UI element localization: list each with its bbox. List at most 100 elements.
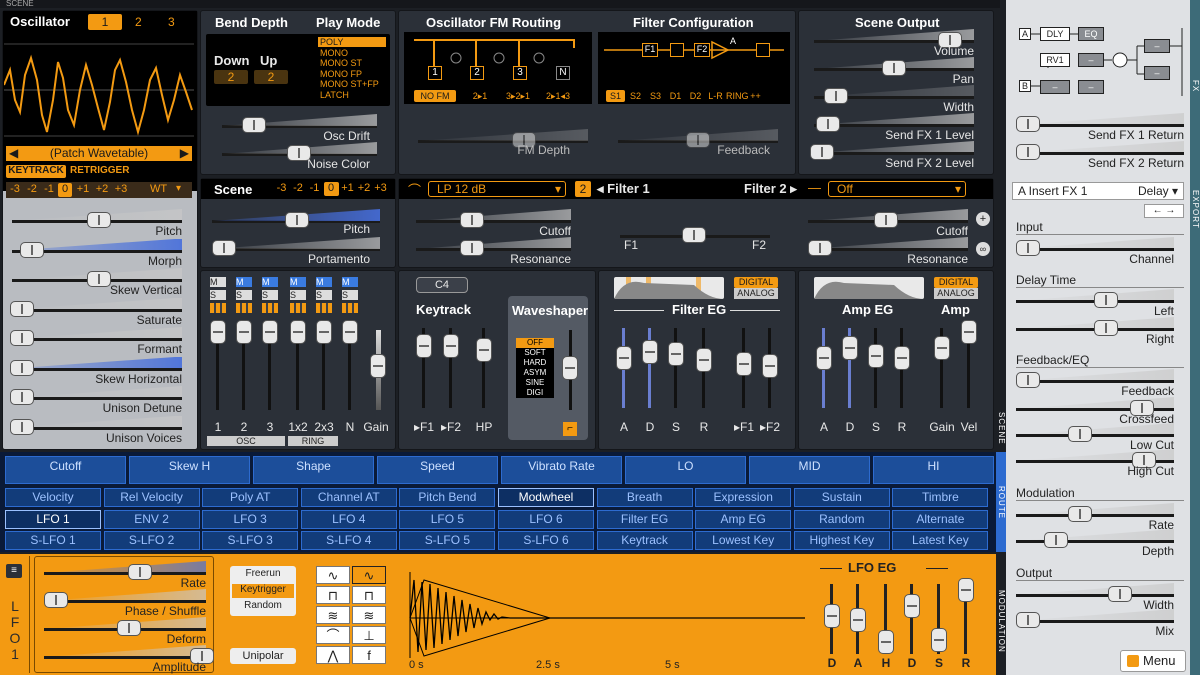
waveshaper-5[interactable]: DIGI — [516, 388, 554, 398]
route-2-2[interactable]: LFO 3 — [202, 509, 299, 529]
scene-octave-2[interactable]: -1 — [307, 182, 322, 196]
route-2-4[interactable]: LFO 5 — [399, 509, 496, 529]
fx-block-eq[interactable]: EQ — [1078, 27, 1104, 41]
mixer-solo-0[interactable]: S — [210, 290, 226, 300]
fx-block-dly[interactable]: DLY — [1040, 27, 1070, 41]
filter-add-icon[interactable]: + — [976, 212, 990, 226]
lfo-shape-4-icon[interactable]: ≋ — [316, 606, 350, 624]
mixer-mute-0[interactable]: M — [210, 277, 226, 287]
filter1-tab[interactable]: ◂ Filter 1 — [597, 181, 650, 197]
lfo-shape-5-icon[interactable]: ≋ — [352, 606, 386, 624]
fm-mode-2[interactable]: 3▸2▸1 — [500, 90, 536, 102]
scene-side-tab[interactable]: SCENE — [997, 412, 1006, 445]
route-3-1[interactable]: S-LFO 2 — [103, 531, 200, 550]
portamento-handle[interactable] — [212, 240, 236, 256]
filter-eg-fader-3-handle[interactable] — [696, 348, 712, 372]
play-mode-5[interactable]: LATCH — [318, 90, 386, 100]
bend-up-value[interactable]: 2 — [254, 70, 288, 84]
filter-eg-fader-4-handle[interactable] — [736, 352, 752, 376]
route-1-0[interactable]: Velocity — [5, 488, 101, 507]
osc-slider-4-handle[interactable] — [10, 330, 34, 346]
macro-7[interactable]: HI — [873, 456, 994, 484]
amp-eg-fader-4-handle[interactable] — [934, 336, 950, 360]
retrigger-toggle[interactable]: RETRIGGER — [70, 165, 129, 176]
amp-eg-digital[interactable]: DIGITAL — [934, 277, 978, 288]
route-1-7[interactable]: Expression — [695, 488, 792, 507]
route-2-8[interactable]: Random — [793, 509, 890, 529]
route-2-0[interactable]: LFO 1 — [5, 509, 101, 529]
play-mode-0[interactable]: POLY — [318, 37, 386, 47]
route-3-2[interactable]: S-LFO 3 — [202, 531, 299, 550]
lfo-shape-6-icon[interactable]: ⌒ — [316, 626, 350, 644]
filter-eg-fader-5-handle[interactable] — [762, 354, 778, 378]
mixer-fader-5-handle[interactable] — [342, 320, 358, 344]
osc-octave-m1[interactable]: -1 — [41, 183, 57, 197]
osc-slider-3-handle[interactable] — [10, 300, 34, 317]
osc-octave-m3[interactable]: -3 — [7, 183, 23, 197]
route-3-4[interactable]: S-LFO 5 — [399, 531, 496, 550]
filter-config-2[interactable]: S3 — [646, 90, 665, 102]
lfo-eg-fader-2-handle[interactable] — [878, 630, 894, 654]
filter-link-icon[interactable]: ∞ — [976, 242, 990, 256]
filter2-type-select[interactable]: Off ▾ — [828, 181, 966, 197]
filter-config-5[interactable]: L-R — [706, 90, 725, 102]
mixer-route-1[interactable] — [236, 303, 252, 313]
osc-slider-7-handle[interactable] — [10, 418, 34, 435]
osc-select-2[interactable]: 2 — [135, 15, 142, 29]
macro-3[interactable]: Speed — [377, 456, 498, 484]
lfo-trigger-freerun[interactable]: Freerun — [232, 568, 294, 582]
waveshaper-drive-handle[interactable] — [562, 356, 578, 380]
mixer-mute-5[interactable]: M — [342, 277, 358, 287]
route-1-3[interactable]: Channel AT — [300, 488, 397, 507]
fx-block-empty-4[interactable]: – — [1040, 80, 1070, 94]
scene-octave-1[interactable]: -2 — [291, 182, 306, 196]
osc-octave-p2[interactable]: +2 — [93, 183, 111, 197]
osc-slider-5-handle[interactable] — [10, 359, 34, 376]
filter2-tab[interactable]: Filter 2 ▸ — [744, 181, 797, 197]
filter-config-0[interactable]: S1 — [606, 90, 625, 102]
waveshaper-1[interactable]: SOFT — [516, 348, 554, 358]
mixer-route-2[interactable] — [262, 303, 278, 313]
lfo-eg-fader-5-handle[interactable] — [958, 578, 974, 602]
keytrack-toggle[interactable]: KEYTRACK — [6, 165, 66, 178]
lfo-eg-fader-0-handle[interactable] — [824, 604, 840, 628]
fx-block-empty-5[interactable]: – — [1078, 80, 1104, 94]
route-3-5[interactable]: S-LFO 6 — [498, 531, 594, 550]
mixer-route-5[interactable] — [342, 303, 358, 313]
mixer-mute-3[interactable]: M — [290, 277, 306, 287]
amp-eg-fader-3-handle[interactable] — [894, 346, 910, 370]
route-2-3[interactable]: LFO 4 — [300, 509, 397, 529]
keytrack-fader-1-handle[interactable] — [443, 334, 459, 358]
route-2-7[interactable]: Amp EG — [695, 509, 792, 529]
scene-octave-5[interactable]: +2 — [357, 182, 372, 196]
lfo-menu-icon[interactable]: ≡ — [6, 564, 22, 578]
fm-mode-0[interactable]: NO FM — [414, 90, 456, 102]
scene-octave-6[interactable]: +3 — [373, 182, 388, 196]
mixer-route-4[interactable] — [316, 303, 332, 313]
route-1-1[interactable]: Rel Velocity — [103, 488, 200, 507]
fx-nav-arrows[interactable]: ← → — [1144, 204, 1184, 218]
route-1-2[interactable]: Poly AT — [202, 488, 299, 507]
filter-config-3[interactable]: D1 — [666, 90, 685, 102]
lfo-shape-9-icon[interactable]: f — [352, 646, 386, 664]
scene-octave-4[interactable]: +1 — [340, 182, 355, 196]
route-1-6[interactable]: Breath — [596, 488, 693, 507]
mixer-mute-1[interactable]: M — [236, 277, 252, 287]
export-side-tab[interactable]: EXPORT — [1191, 190, 1200, 229]
mixer-fader-3-handle[interactable] — [290, 320, 306, 344]
fx-block-b[interactable]: B — [1019, 80, 1031, 92]
modulation-side-tab[interactable]: MODULATION — [997, 590, 1006, 653]
prev-arrow-icon[interactable]: ◀ — [9, 146, 18, 161]
filter-eg-fader-1-handle[interactable] — [642, 340, 658, 364]
fx-type-name[interactable]: Delay ▾ — [1138, 183, 1178, 199]
route-3-6[interactable]: Keytrack — [596, 531, 693, 550]
scene-octave-3[interactable]: 0 — [323, 182, 339, 196]
filter-eg-digital[interactable]: DIGITAL — [734, 277, 778, 288]
route-1-5[interactable]: Modwheel — [498, 488, 594, 507]
waveshaper-3[interactable]: ASYM — [516, 368, 554, 378]
osc-type-wt[interactable]: WT — [150, 183, 167, 195]
lfo-shape-0-icon[interactable]: ∿ — [316, 566, 350, 584]
mixer-fader-4-handle[interactable] — [316, 320, 332, 344]
osc-octave-m2[interactable]: -2 — [24, 183, 40, 197]
filter-eg-fader-2-handle[interactable] — [668, 342, 684, 366]
